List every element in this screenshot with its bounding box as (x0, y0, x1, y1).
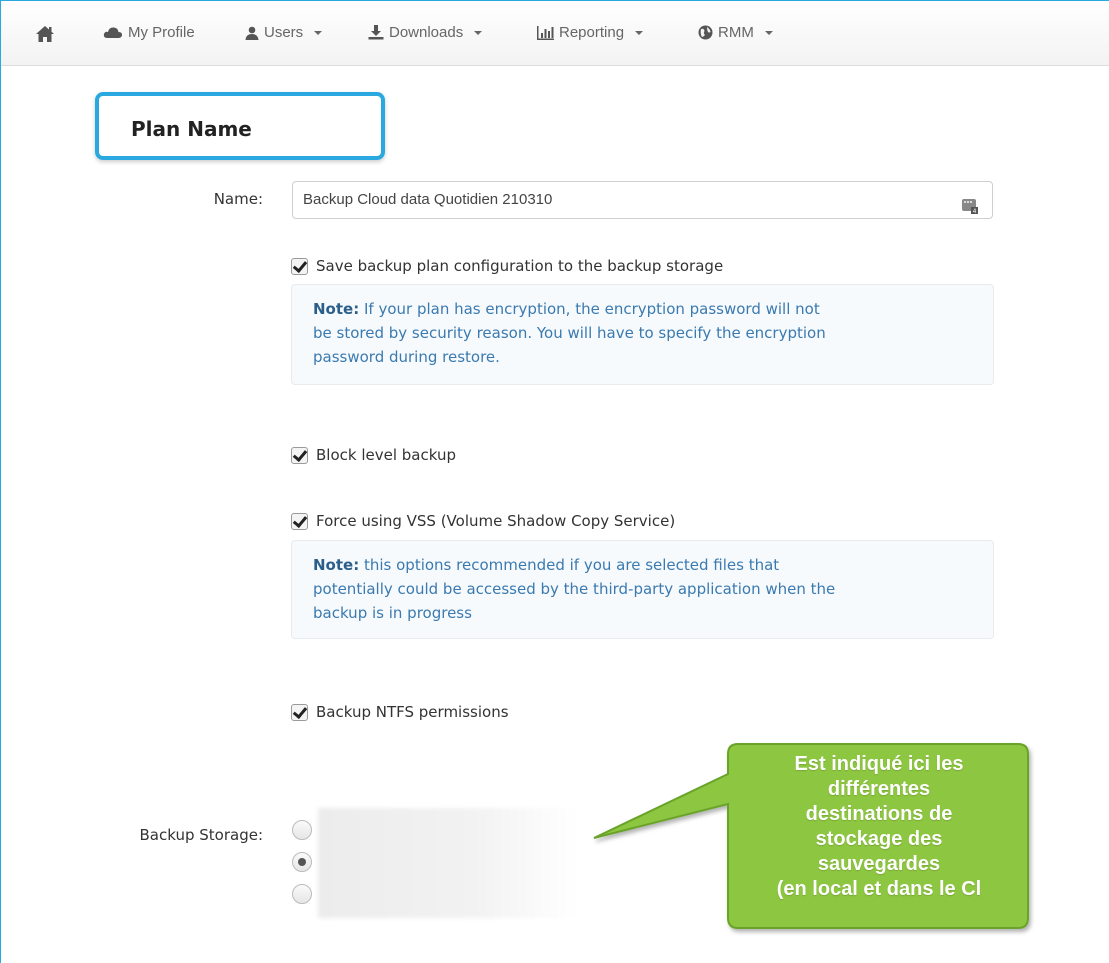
force-vss-checkbox[interactable] (291, 512, 308, 530)
callout-line: Est indiqué ici les (794, 753, 964, 775)
nav-reporting[interactable]: Reporting (537, 24, 644, 41)
callout-line: (en local et dans le Cl (776, 878, 982, 900)
nav-label: RMM (718, 24, 754, 41)
download-icon (368, 25, 384, 40)
nav-label: Downloads (389, 24, 464, 41)
block-level-checkbox[interactable] (291, 446, 308, 464)
bar-chart-icon (537, 25, 554, 40)
note-prefix: Note: (313, 300, 360, 318)
force-vss-label: Force using VSS (Volume Shadow Copy Serv… (316, 512, 676, 530)
nav-my-profile[interactable]: My Profile (103, 24, 195, 41)
storage-radio-2[interactable] (292, 852, 312, 872)
globe-icon (698, 25, 713, 40)
chevron-down-icon (314, 30, 323, 35)
nav-label: My Profile (128, 24, 195, 41)
nav-rmm[interactable]: RMM (698, 24, 773, 41)
encryption-note: Note: If your plan has encryption, the e… (291, 284, 994, 385)
user-icon (245, 26, 259, 40)
cloud-icon (103, 26, 123, 39)
note-prefix: Note: (313, 556, 360, 574)
backup-storage-label: Backup Storage: (139, 826, 264, 844)
chevron-down-icon (474, 30, 483, 35)
save-config-checkbox-row[interactable]: Save backup plan configuration to the ba… (291, 257, 723, 275)
keyboard-icon[interactable]: 4 (962, 192, 978, 228)
storage-radio-1[interactable] (292, 820, 312, 840)
nav-label: Reporting (559, 24, 625, 41)
note-line: be stored by security reason. You will h… (313, 324, 826, 342)
note-line: backup is in progress (313, 604, 472, 622)
block-level-checkbox-row[interactable]: Block level backup (291, 446, 456, 464)
note-line: password during restore. (313, 348, 500, 366)
redacted-storage-options (318, 808, 578, 918)
save-config-label: Save backup plan configuration to the ba… (316, 257, 724, 275)
callout-line: stockage des (815, 828, 943, 850)
section-title: Plan Name (131, 117, 252, 141)
chevron-down-icon (764, 30, 773, 35)
callout-text: Est indiqué ici les différentes destinat… (728, 752, 1030, 902)
block-level-label: Block level backup (316, 446, 456, 464)
svg-text:4: 4 (973, 208, 977, 214)
note-line: potentially could be accessed by the thi… (313, 580, 836, 598)
top-navbar: My Profile Users Downloads Reporting RMM (1, 1, 1109, 66)
storage-radio-3[interactable] (292, 884, 312, 904)
home-icon[interactable] (35, 25, 55, 47)
force-vss-checkbox-row[interactable]: Force using VSS (Volume Shadow Copy Serv… (291, 512, 675, 530)
callout-line: différentes (827, 778, 931, 800)
nav-users[interactable]: Users (245, 24, 323, 41)
save-config-checkbox[interactable] (291, 257, 308, 275)
plan-name-input[interactable]: Backup Cloud data Quotidien 210310 4 (292, 181, 993, 219)
ntfs-label: Backup NTFS permissions (316, 703, 509, 721)
vss-note: Note: this options recommended if you ar… (291, 540, 994, 639)
ntfs-checkbox[interactable] (291, 703, 308, 721)
plan-name-value: Backup Cloud data Quotidien 210310 (303, 191, 553, 208)
callout-line: destinations de (805, 803, 953, 825)
note-line: If your plan has encryption, the encrypt… (363, 300, 820, 318)
chevron-down-icon (635, 30, 644, 35)
nav-downloads[interactable]: Downloads (368, 24, 483, 41)
name-label: Name: (213, 190, 263, 208)
ntfs-checkbox-row[interactable]: Backup NTFS permissions (291, 703, 509, 721)
note-line: this options recommended if you are sele… (363, 556, 780, 574)
nav-label: Users (264, 24, 304, 41)
callout-line: sauvegardes (817, 853, 941, 875)
